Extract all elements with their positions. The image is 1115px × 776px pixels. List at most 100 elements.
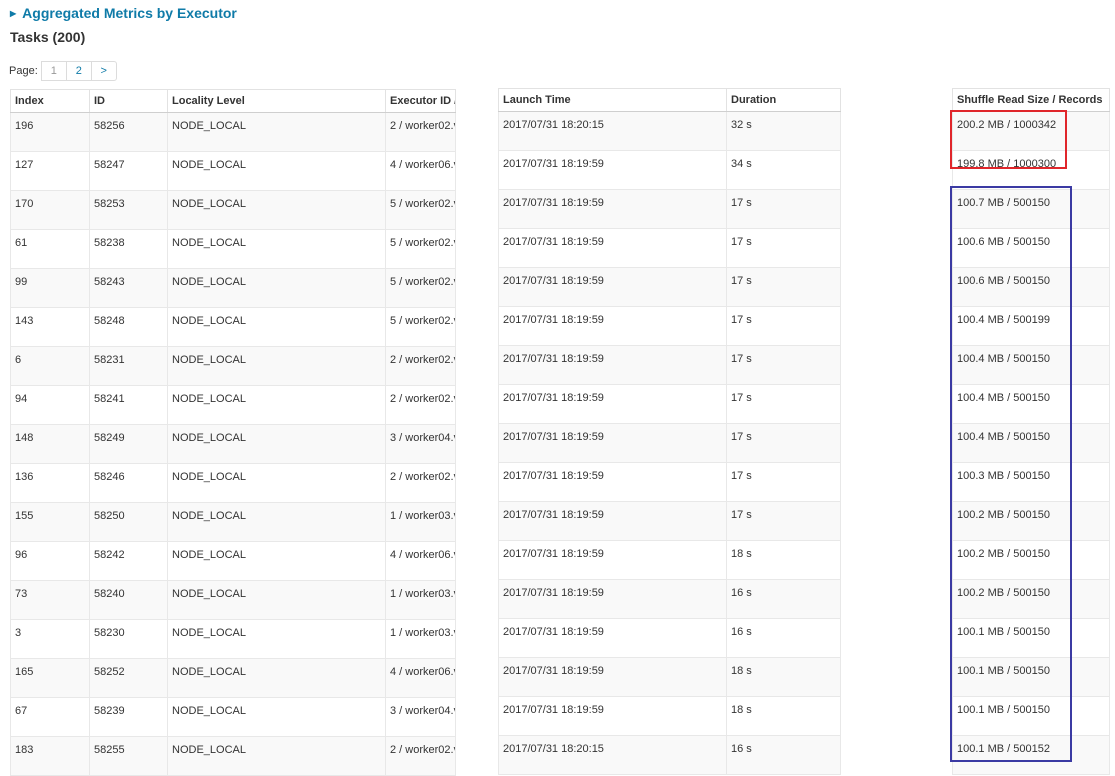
table-row: 2017/07/31 18:19:59 17 s: [498, 384, 841, 424]
cell-executor: 4 / worker06.v: [385, 658, 456, 698]
cell-text-launch: 2017/07/31 18:19:59: [503, 431, 604, 443]
cell-shuffle: 100.1 MB / 500150: [952, 618, 1110, 658]
table-row: 136 58246 NODE_LOCAL 2 / worker02.v: [10, 463, 456, 503]
cell-text-shuffle: 100.1 MB / 500150: [957, 704, 1050, 716]
cell-text-executor: 4 / worker06.v: [390, 666, 456, 678]
column-header-index[interactable]: Index: [10, 89, 90, 113]
table-row: 2017/07/31 18:19:59 18 s: [498, 657, 841, 697]
pagination: Page: 1 2 >: [9, 61, 117, 81]
cell-text-index: 6: [15, 354, 22, 366]
cell-text-index: 61: [15, 237, 28, 249]
tasks-title: Tasks (200): [10, 29, 86, 45]
cell-index: 3: [10, 619, 90, 659]
cell-launch: 2017/07/31 18:19:59: [498, 384, 727, 424]
cell-text-duration: 16 s: [731, 626, 752, 638]
cell-id: 58248: [89, 307, 168, 347]
cell-duration: 34 s: [726, 150, 841, 190]
cell-id: 58243: [89, 268, 168, 308]
cell-locality: NODE_LOCAL: [167, 502, 386, 542]
cell-text-executor: 2 / worker02.v: [390, 393, 456, 405]
cell-text-shuffle: 199.8 MB / 1000300: [957, 158, 1057, 170]
cell-text-id: 58238: [94, 237, 125, 249]
cell-duration: 17 s: [726, 306, 841, 346]
cell-id: 58256: [89, 112, 168, 152]
table-row: 165 58252 NODE_LOCAL 4 / worker06.v: [10, 658, 456, 698]
cell-text-executor: 2 / worker02.v: [390, 471, 456, 483]
table-row: 100.1 MB / 500150: [952, 657, 1110, 697]
cell-duration: 16 s: [726, 735, 841, 775]
cell-text-executor: 4 / worker06.v: [390, 549, 456, 561]
cell-text-id: 58247: [94, 159, 125, 171]
cell-shuffle: 100.4 MB / 500150: [952, 384, 1110, 424]
table-row: 2017/07/31 18:19:59 18 s: [498, 696, 841, 736]
cell-launch: 2017/07/31 18:19:59: [498, 501, 727, 541]
cell-text-duration: 17 s: [731, 275, 752, 287]
cell-shuffle: 100.1 MB / 500150: [952, 696, 1110, 736]
cell-locality: NODE_LOCAL: [167, 619, 386, 659]
cell-index: 67: [10, 697, 90, 737]
column-header-executor[interactable]: Executor ID / Host: [385, 89, 456, 113]
cell-text-index: 196: [15, 120, 34, 132]
cell-index: 148: [10, 424, 90, 464]
cell-index: 94: [10, 385, 90, 425]
cell-text-launch: 2017/07/31 18:19:59: [503, 275, 604, 287]
table-row: 199.8 MB / 1000300: [952, 150, 1110, 190]
cell-text-executor: 1 / worker03.v: [390, 510, 456, 522]
table-row: 196 58256 NODE_LOCAL 2 / worker02.v: [10, 112, 456, 152]
cell-duration: 17 s: [726, 423, 841, 463]
cell-text-duration: 17 s: [731, 236, 752, 248]
cell-index: 196: [10, 112, 90, 152]
cell-shuffle: 100.6 MB / 500150: [952, 267, 1110, 307]
column-header-locality[interactable]: Locality Level: [167, 89, 386, 113]
column-header-id[interactable]: ID: [89, 89, 168, 113]
table-row: 96 58242 NODE_LOCAL 4 / worker06.v: [10, 541, 456, 581]
cell-locality: NODE_LOCAL: [167, 190, 386, 230]
cell-text-executor: 3 / worker04.v: [390, 705, 456, 717]
page-2-link[interactable]: 2: [65, 61, 92, 81]
table-row: 127 58247 NODE_LOCAL 4 / worker06.v: [10, 151, 456, 191]
cell-text-executor: 5 / worker02.v: [390, 315, 456, 327]
table-row: 6 58231 NODE_LOCAL 2 / worker02.v: [10, 346, 456, 386]
page-1-link[interactable]: 1: [40, 61, 67, 81]
cell-text-executor: 1 / worker03.v: [390, 627, 456, 639]
column-header-launch-time[interactable]: Launch Time: [498, 88, 727, 112]
cell-text-shuffle: 100.1 MB / 500152: [957, 743, 1050, 755]
cell-shuffle: 100.1 MB / 500152: [952, 735, 1110, 775]
cell-index: 183: [10, 736, 90, 776]
table-row: 100.4 MB / 500150: [952, 384, 1110, 424]
cell-text-shuffle: 100.7 MB / 500150: [957, 197, 1050, 209]
cell-id: 58239: [89, 697, 168, 737]
cell-locality: NODE_LOCAL: [167, 580, 386, 620]
cell-text-locality: NODE_LOCAL: [172, 744, 246, 756]
cell-locality: NODE_LOCAL: [167, 736, 386, 776]
table-row: 200.2 MB / 1000342: [952, 111, 1110, 151]
cell-locality: NODE_LOCAL: [167, 541, 386, 581]
table-row: 2017/07/31 18:20:15 16 s: [498, 735, 841, 775]
cell-text-id: 58255: [94, 744, 125, 756]
cell-text-duration: 17 s: [731, 509, 752, 521]
cell-id: 58238: [89, 229, 168, 269]
tasks-table-middle: Launch Time Duration 2017/07/31 18:20:15…: [498, 88, 841, 775]
cell-id: 58242: [89, 541, 168, 581]
cell-text-locality: NODE_LOCAL: [172, 588, 246, 600]
cell-launch: 2017/07/31 18:19:59: [498, 540, 727, 580]
cell-text-launch: 2017/07/31 18:19:59: [503, 509, 604, 521]
cell-locality: NODE_LOCAL: [167, 697, 386, 737]
cell-shuffle: 200.2 MB / 1000342: [952, 111, 1110, 151]
table-row: 100.4 MB / 500199: [952, 306, 1110, 346]
cell-id: 58241: [89, 385, 168, 425]
cell-text-locality: NODE_LOCAL: [172, 354, 246, 366]
next-page-link[interactable]: >: [90, 61, 117, 81]
table-row: 170 58253 NODE_LOCAL 5 / worker02.v: [10, 190, 456, 230]
cell-index: 170: [10, 190, 90, 230]
column-header-shuffle-read[interactable]: Shuffle Read Size / Records: [952, 88, 1110, 112]
column-header-duration[interactable]: Duration: [726, 88, 841, 112]
cell-text-duration: 18 s: [731, 704, 752, 716]
cell-text-duration: 17 s: [731, 314, 752, 326]
cell-launch: 2017/07/31 18:19:59: [498, 657, 727, 697]
cell-locality: NODE_LOCAL: [167, 658, 386, 698]
cell-id: 58240: [89, 580, 168, 620]
cell-index: 155: [10, 502, 90, 542]
aggregated-metrics-link[interactable]: ▶ Aggregated Metrics by Executor: [10, 5, 237, 21]
cell-text-executor: 2 / worker02.v: [390, 354, 456, 366]
